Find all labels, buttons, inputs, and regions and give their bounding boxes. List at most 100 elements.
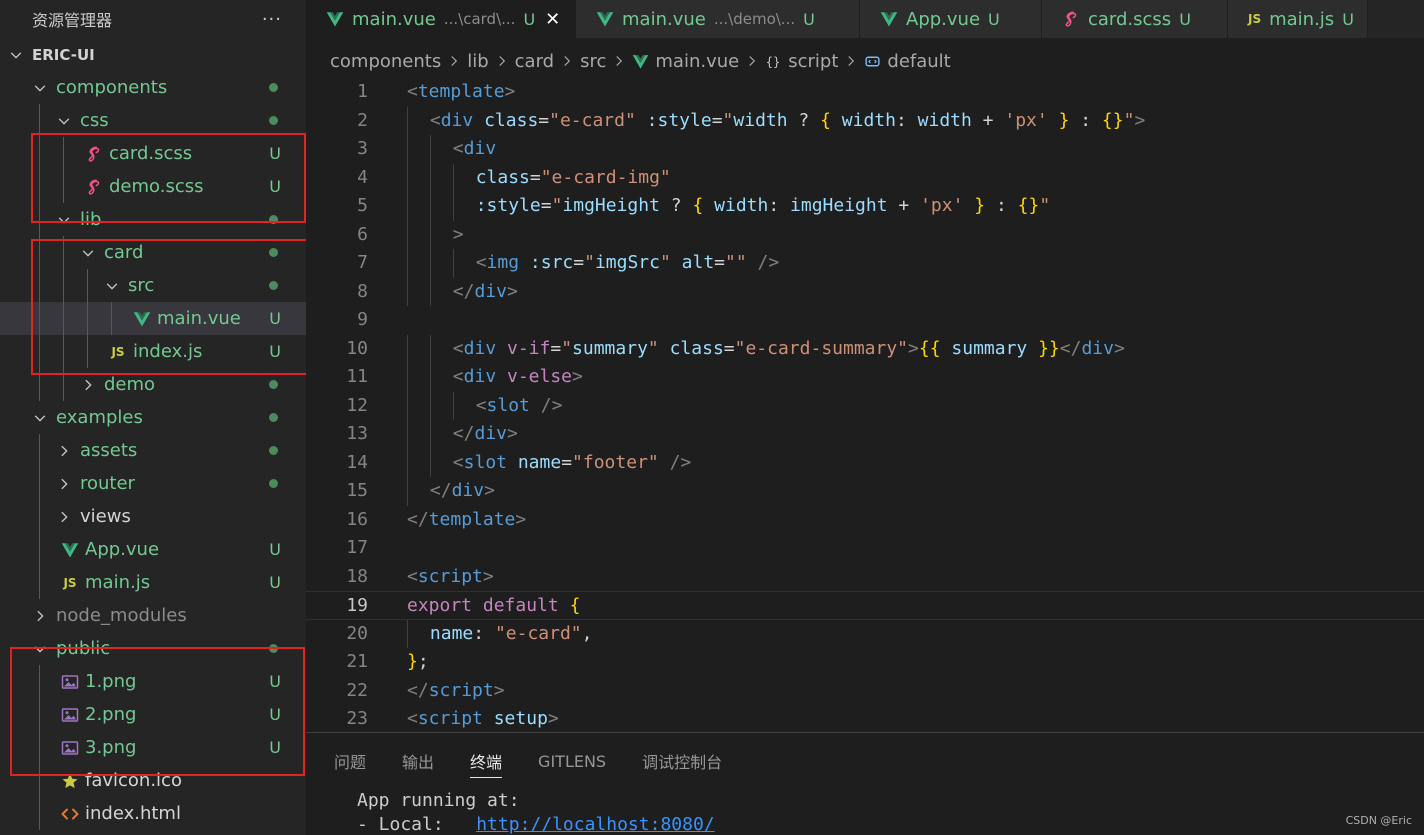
chevron-down-icon[interactable]: [32, 632, 48, 665]
panel-tab[interactable]: GITLENS: [538, 744, 606, 778]
tree-file[interactable]: card.scss U: [0, 137, 306, 170]
tree-file[interactable]: favicon.ico: [0, 764, 306, 797]
tree-folder[interactable]: src: [0, 269, 306, 302]
more-actions-icon[interactable]: ···: [262, 9, 282, 30]
tree-file[interactable]: 2.png U: [0, 698, 306, 731]
tree-file[interactable]: demo.scss U: [0, 170, 306, 203]
chevron-right-icon[interactable]: [80, 368, 96, 401]
indent-guide: [407, 163, 408, 192]
watermark: CSDN @Eric: [1345, 814, 1412, 827]
line-number: 4: [357, 166, 368, 188]
tree-folder[interactable]: lib: [0, 203, 306, 236]
tab-card-scss[interactable]: card.scss U: [1042, 0, 1228, 38]
terminal-link[interactable]: http://localhost:8080/: [476, 814, 714, 835]
code-token: <: [407, 565, 418, 587]
code-token: class: [484, 109, 539, 131]
line-number: 23: [346, 708, 368, 729]
tab-main-vue[interactable]: main.vue ...\card\... U ✕: [306, 0, 576, 38]
tree-folder[interactable]: views: [0, 500, 306, 533]
tree-folder[interactable]: css: [0, 104, 306, 137]
breadcrumb-item[interactable]: default: [864, 51, 951, 72]
tree-folder[interactable]: examples: [0, 401, 306, 434]
chevron-right-icon[interactable]: [56, 434, 72, 467]
chevron-right-icon[interactable]: [32, 599, 48, 632]
explorer-title: 资源管理器: [32, 11, 113, 30]
chevron-down-icon[interactable]: [8, 38, 24, 71]
panel-tab[interactable]: 输出: [402, 744, 434, 778]
code-token: "e-card-img": [540, 166, 671, 188]
tree-file[interactable]: 1.png U: [0, 665, 306, 698]
tree-file[interactable]: index.html: [0, 797, 306, 830]
line-number: 9: [357, 309, 368, 330]
code-token: =: [711, 109, 723, 131]
indent-guide: [407, 106, 408, 135]
tree-folder[interactable]: demo: [0, 368, 306, 401]
code-line: 6 >: [306, 220, 1424, 249]
tab-main-vue[interactable]: main.vue ...\demo\... U: [576, 0, 860, 38]
terminal-output[interactable]: App running at: - Local: http://localhos…: [306, 789, 1424, 835]
indent-guide: [429, 277, 431, 306]
chevron-down-icon[interactable]: [32, 401, 48, 434]
html-file-icon: [60, 797, 80, 830]
panel-tab[interactable]: 调试控制台: [642, 744, 722, 778]
breadcrumb-item[interactable]: src: [580, 51, 606, 72]
chevron-down-icon[interactable]: [56, 104, 72, 137]
chevron-down-icon[interactable]: [56, 203, 72, 236]
code-token: imgSrc: [594, 252, 660, 273]
chevron-right-icon[interactable]: [56, 500, 72, 533]
indent-guide: [407, 249, 408, 278]
chevron-down-icon[interactable]: [32, 71, 48, 104]
breadcrumb-item[interactable]: card: [515, 51, 554, 72]
code-token: ": [659, 252, 671, 273]
tree-folder[interactable]: assets: [0, 434, 306, 467]
code-token: :: [985, 195, 1018, 216]
code-token: width: [714, 195, 769, 216]
code-token: </: [407, 508, 429, 530]
chevron-right-icon[interactable]: [56, 467, 72, 500]
code-token: {}: [1017, 195, 1040, 216]
tree-file[interactable]: JS main.js U: [0, 566, 306, 599]
tree-folder[interactable]: router: [0, 467, 306, 500]
code-line: 22 </script>: [306, 677, 1424, 706]
modified-dot-icon: [269, 446, 278, 455]
tree-file[interactable]: 3.png U: [0, 731, 306, 764]
indent-guide: [429, 363, 431, 392]
code-token: script: [417, 565, 483, 587]
tree-file[interactable]: App.vue U: [0, 533, 306, 566]
indent-guide: [63, 170, 64, 203]
panel-tab[interactable]: 问题: [334, 744, 366, 778]
tree-folder[interactable]: card: [0, 236, 306, 269]
code-line: 4 class="e-card-img": [306, 163, 1424, 192]
breadcrumb-item[interactable]: lib: [467, 51, 488, 72]
tree-folder[interactable]: components: [0, 71, 306, 104]
git-status-badge: U: [269, 705, 281, 724]
tab-label: card.scss: [1088, 8, 1172, 30]
code-line: 7 <img :src="imgSrc" alt="" />: [306, 249, 1424, 278]
indent-guide: [39, 566, 40, 599]
svg-text:{}: {}: [766, 54, 781, 68]
tree-folder[interactable]: public: [0, 632, 306, 665]
line-number: 5: [357, 195, 368, 216]
code-editor[interactable]: 1 <template> 2 <div class="e-card" :style="…: [306, 78, 1424, 732]
tree-file[interactable]: main.vue U: [0, 302, 306, 335]
tree-folder[interactable]: node_modules: [0, 599, 306, 632]
chevron-down-icon[interactable]: [80, 236, 96, 269]
breadcrumb-item[interactable]: components: [330, 51, 441, 72]
code-token: >: [572, 366, 583, 387]
breadcrumb-item[interactable]: {} script: [765, 51, 838, 72]
breadcrumb-item[interactable]: main.vue: [632, 51, 739, 72]
tab-App-vue[interactable]: App.vue U: [860, 0, 1042, 38]
js-file-icon: JS: [63, 575, 77, 590]
tab-main-js[interactable]: JS main.js U: [1228, 0, 1368, 38]
tree-file[interactable]: JS index.js U: [0, 335, 306, 368]
code-token: >: [493, 679, 505, 701]
close-icon[interactable]: ✕: [545, 9, 560, 30]
code-token: <: [407, 708, 418, 729]
code-token: >: [452, 223, 464, 245]
tree-folder[interactable]: ERIC-UI: [0, 38, 306, 71]
code-token: >: [484, 480, 495, 501]
panel-tab[interactable]: 终端: [470, 744, 503, 778]
chevron-down-icon[interactable]: [104, 269, 120, 302]
